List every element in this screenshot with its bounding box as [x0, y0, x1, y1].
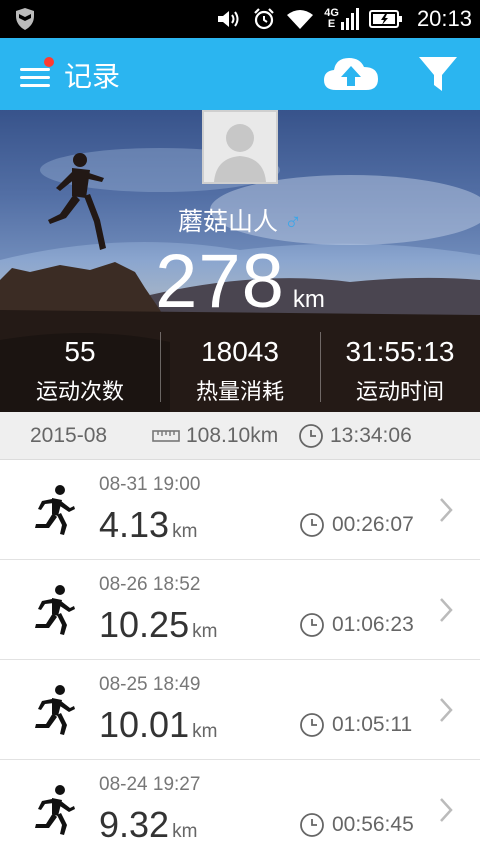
list-item[interactable]: 08-31 19:00 4.13 km 00:26:07 [0, 460, 480, 560]
record-distance-unit: km [192, 621, 218, 642]
stat-value: 31:55:13 [345, 336, 455, 367]
chevron-right-icon [440, 498, 453, 522]
stat-value: 18043 [201, 336, 279, 367]
stat-label: 热量消耗 [195, 379, 284, 404]
stat-label: 运动时间 [355, 379, 444, 404]
records-list: 08-31 19:00 4.13 km 00:26:07 08-26 18:52 … [0, 460, 480, 854]
month-label: 2015-08 [30, 424, 108, 447]
record-duration-value: 01:06:23 [332, 613, 414, 636]
month-distance-value: 108.10km [186, 424, 279, 447]
clock-icon [299, 424, 323, 448]
page-title: 记录 [64, 61, 121, 92]
month-duration: 13:34:06 [298, 423, 412, 449]
menu-button[interactable] [20, 57, 54, 88]
record-distance: 10.25 km [99, 604, 217, 646]
avatar[interactable] [202, 110, 278, 184]
username: 蘑菇山人 ♂ [0, 202, 480, 238]
record-datetime: 08-24 19:27 [99, 774, 201, 795]
total-distance: 278 km [0, 238, 480, 325]
notification-dot [44, 57, 54, 67]
battery-icon [368, 10, 402, 28]
running-icon [35, 785, 75, 835]
chevron-right-icon [440, 598, 453, 622]
signal-icon [340, 8, 359, 30]
record-duration: 00:56:45 [299, 812, 414, 838]
record-distance: 9.32 km [99, 804, 197, 846]
month-duration-value: 13:34:06 [330, 424, 412, 447]
stat-label: 运动次数 [35, 379, 124, 404]
list-item[interactable]: 08-26 18:52 10.25 km 01:06:23 [0, 560, 480, 660]
record-distance-value: 4.13 [99, 504, 170, 545]
stat-total-time: 31:55:13 运动时间 [320, 330, 480, 412]
record-duration: 00:26:07 [299, 512, 414, 538]
chevron-right-icon [440, 798, 453, 822]
ruler-icon [152, 430, 180, 442]
status-bar: 4G E 20:13 [0, 0, 480, 38]
running-icon [35, 585, 75, 635]
total-distance-value: 278 [155, 239, 285, 324]
network-type: 4G E [324, 8, 359, 30]
cloud-sync-button[interactable] [322, 52, 380, 96]
record-duration-value: 00:56:45 [332, 813, 414, 836]
record-distance-unit: km [172, 521, 198, 542]
list-item[interactable]: 08-24 19:27 9.32 km 00:56:45 [0, 760, 480, 854]
record-datetime: 08-25 18:49 [99, 674, 201, 695]
cloud-upload-icon [324, 58, 378, 90]
shield-icon [16, 8, 34, 30]
record-datetime: 08-26 18:52 [99, 574, 201, 595]
filter-icon [419, 57, 457, 91]
username-text: 蘑菇山人 [177, 208, 278, 236]
running-icon [35, 685, 75, 735]
gender-male-icon: ♂ [284, 209, 302, 236]
record-distance-unit: km [192, 721, 218, 742]
filter-button[interactable] [418, 55, 458, 95]
total-distance-unit: km [292, 286, 325, 313]
record-duration-value: 00:26:07 [332, 513, 414, 536]
stats-row: 55 运动次数 18043 热量消耗 31:55:13 运动时间 [0, 330, 480, 412]
stat-value: 55 [64, 336, 96, 367]
wifi-icon [287, 10, 314, 29]
record-datetime: 08-31 19:00 [99, 474, 201, 495]
network-e-label: E [327, 18, 336, 30]
stat-calories: 18043 热量消耗 [160, 330, 320, 412]
record-distance: 10.01 km [99, 704, 217, 746]
record-distance-unit: km [172, 821, 198, 842]
clock-icon [300, 813, 324, 837]
clock-icon [300, 613, 324, 637]
clock-icon [300, 713, 324, 737]
record-duration: 01:05:11 [299, 712, 412, 738]
record-distance-value: 10.01 [99, 704, 190, 745]
running-icon [35, 485, 75, 535]
month-distance: 108.10km [152, 424, 278, 448]
chevron-right-icon [440, 698, 453, 722]
default-avatar-icon [214, 124, 266, 182]
list-item[interactable]: 08-25 18:49 10.01 km 01:05:11 [0, 660, 480, 760]
volume-icon [218, 11, 239, 27]
record-distance-value: 10.25 [99, 604, 190, 645]
alarm-icon [254, 8, 275, 30]
profile-hero: 蘑菇山人 ♂ 278 km 55 运动次数 18043 热量消耗 31:55:13 … [0, 110, 480, 412]
app-bar: 记录 [0, 38, 480, 110]
record-distance-value: 9.32 [99, 804, 170, 845]
stat-workout-count: 55 运动次数 [0, 330, 160, 412]
clock-icon [300, 513, 324, 537]
record-distance: 4.13 km [99, 504, 197, 546]
clock-time: 20:13 [416, 6, 472, 31]
month-summary-bar[interactable]: 2015-08 108.10km 13:34:06 [0, 412, 480, 460]
record-duration-value: 01:05:11 [332, 713, 413, 736]
record-duration: 01:06:23 [299, 612, 414, 638]
